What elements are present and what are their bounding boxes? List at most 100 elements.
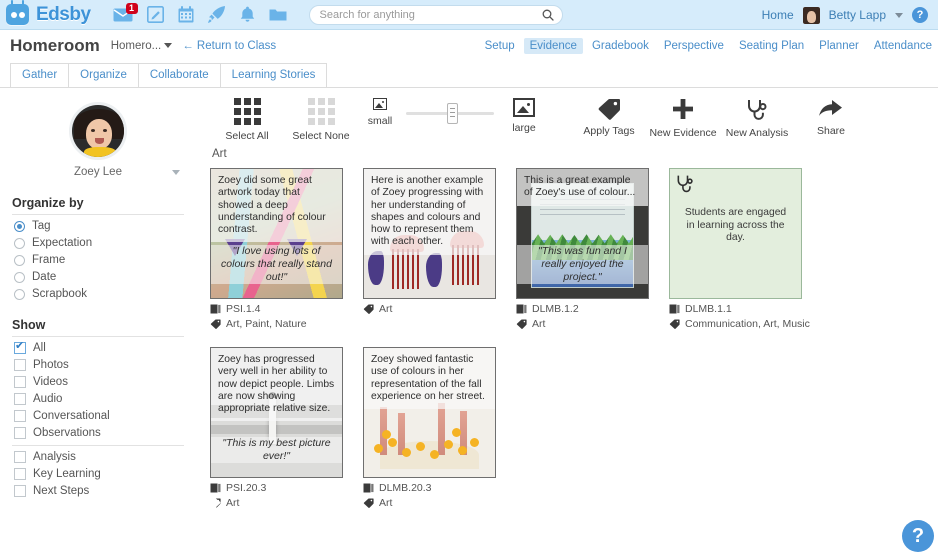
- section-seating-plan[interactable]: Seating Plan: [733, 38, 810, 54]
- user-avatar[interactable]: [802, 6, 820, 24]
- evidence-card[interactable]: Here is another example of Zoey progress…: [363, 168, 508, 333]
- show-option-audio[interactable]: Audio: [14, 393, 184, 405]
- section-planner[interactable]: Planner: [813, 38, 865, 54]
- search-input[interactable]: [317, 7, 542, 22]
- checkbox-icon[interactable]: [14, 376, 26, 388]
- tab-organize[interactable]: Organize: [68, 63, 139, 87]
- organize-option-frame[interactable]: Frame: [14, 254, 184, 266]
- section-gradebook[interactable]: Gradebook: [586, 38, 655, 54]
- analysis-note-card[interactable]: Students are engaged in learning across …: [669, 168, 802, 299]
- book-icon: [669, 304, 680, 314]
- tab-gather[interactable]: Gather: [10, 63, 70, 87]
- tags-row[interactable]: Art: [363, 497, 508, 510]
- new-evidence-button[interactable]: New Evidence: [646, 98, 720, 139]
- checkbox-icon[interactable]: [14, 359, 26, 371]
- thumbnail-size-slider[interactable]: [406, 98, 494, 128]
- radio-icon[interactable]: [14, 237, 25, 249]
- show-option-analysis[interactable]: Analysis: [14, 451, 184, 463]
- user-menu-link[interactable]: Betty Lapp: [829, 8, 886, 22]
- class-dropdown[interactable]: Homero...: [111, 40, 173, 52]
- home-link[interactable]: Home: [762, 8, 794, 22]
- radio-icon[interactable]: [14, 220, 25, 232]
- radio-icon[interactable]: [14, 271, 25, 283]
- tags-row[interactable]: Art: [210, 497, 355, 510]
- folder-icon[interactable]: [269, 8, 287, 22]
- checkbox-icon[interactable]: [14, 393, 26, 405]
- checkbox-icon[interactable]: [14, 340, 26, 354]
- slider-track[interactable]: [406, 102, 494, 124]
- show-option-observations[interactable]: Observations: [14, 427, 184, 439]
- tags-row[interactable]: Communication, Art, Music: [669, 318, 814, 331]
- size-small-button[interactable]: small: [358, 98, 402, 127]
- mail-icon[interactable]: 1: [113, 2, 138, 22]
- section-evidence[interactable]: Evidence: [523, 38, 583, 54]
- expectation-row[interactable]: PSI.20.3: [210, 482, 355, 495]
- evidence-thumbnail[interactable]: Here is another example of Zoey progress…: [363, 168, 496, 299]
- share-button[interactable]: Share: [794, 98, 868, 137]
- expectation-row[interactable]: DLMB.1.1: [669, 303, 814, 316]
- organize-option-date[interactable]: Date: [14, 271, 184, 283]
- student-name: Zoey Lee: [74, 166, 122, 178]
- calendar-icon[interactable]: [178, 6, 194, 23]
- evidence-card[interactable]: Students are engaged in learning across …: [669, 168, 814, 333]
- radio-icon[interactable]: [14, 288, 25, 300]
- student-name-row[interactable]: Zoey Lee: [12, 166, 184, 178]
- chevron-down-icon[interactable]: [895, 12, 903, 18]
- organize-option-scrapbook[interactable]: Scrapbook: [14, 288, 184, 300]
- help-fab-button[interactable]: ?: [902, 520, 934, 552]
- tags-row[interactable]: Art, Paint, Nature: [210, 318, 355, 331]
- organize-option-expectation[interactable]: Expectation: [14, 237, 184, 249]
- expectation-row[interactable]: PSI.1.4: [210, 303, 355, 316]
- section-perspective[interactable]: Perspective: [658, 38, 730, 54]
- checkbox-icon[interactable]: [14, 451, 26, 463]
- select-all-button[interactable]: Select All: [210, 98, 284, 142]
- apply-tags-button[interactable]: Apply Tags: [572, 98, 646, 137]
- checkbox-icon[interactable]: [14, 427, 26, 439]
- show-option-key-learning[interactable]: Key Learning: [14, 468, 184, 480]
- edsby-logo[interactable]: Edsby: [6, 0, 91, 26]
- evidence-card[interactable]: Zoey has progressed very well in her abi…: [210, 347, 355, 512]
- compose-icon[interactable]: [146, 6, 164, 23]
- evidence-thumbnail[interactable]: Zoey has progressed very well in her abi…: [210, 347, 343, 478]
- chevron-down-icon[interactable]: [172, 169, 180, 175]
- radio-icon[interactable]: [14, 254, 25, 266]
- expectation-row[interactable]: DLMB.20.3: [363, 482, 508, 495]
- section-attendance[interactable]: Attendance: [868, 38, 938, 54]
- checkbox-icon[interactable]: [14, 468, 26, 480]
- evidence-thumbnail[interactable]: Zoey did some great artwork today that s…: [210, 168, 343, 299]
- select-none-button[interactable]: Select None: [284, 98, 358, 142]
- evidence-card[interactable]: Zoey showed fantastic use of colours in …: [363, 347, 508, 512]
- show-option-videos[interactable]: Videos: [14, 376, 184, 388]
- tab-collaborate[interactable]: Collaborate: [137, 63, 221, 87]
- show-option-conversational[interactable]: Conversational: [14, 410, 184, 422]
- slider-handle[interactable]: [447, 102, 458, 124]
- edsby-robot-icon: [6, 0, 29, 25]
- evidence-card[interactable]: This is a great example of Zoey's use of…: [516, 168, 661, 333]
- help-icon[interactable]: ?: [912, 7, 928, 23]
- card-metadata: DLMB.20.3 Art: [363, 482, 508, 510]
- checkbox-icon[interactable]: [14, 485, 26, 497]
- evidence-thumbnail[interactable]: This is a great example of Zoey's use of…: [516, 168, 649, 299]
- return-to-class-link[interactable]: ← Return to Class: [182, 40, 276, 52]
- tags-row[interactable]: Art: [516, 318, 661, 331]
- show-option-all[interactable]: All: [14, 340, 184, 354]
- search-box[interactable]: [308, 4, 563, 25]
- checkbox-icon[interactable]: [14, 410, 26, 422]
- bell-icon[interactable]: [240, 6, 255, 23]
- page-header: Homeroom Homero... ← Return to Class Set…: [0, 30, 938, 61]
- book-icon: [516, 304, 527, 314]
- show-option-next-steps[interactable]: Next Steps: [14, 485, 184, 497]
- evidence-thumbnail[interactable]: Zoey showed fantastic use of colours in …: [363, 347, 496, 478]
- size-large-button[interactable]: large: [494, 98, 554, 134]
- student-avatar[interactable]: [69, 102, 127, 160]
- expectation-row[interactable]: DLMB.1.2: [516, 303, 661, 316]
- new-analysis-button[interactable]: New Analysis: [720, 98, 794, 139]
- group-label: Art: [212, 148, 227, 160]
- tags-row[interactable]: Art: [363, 303, 508, 316]
- tab-learning-stories[interactable]: Learning Stories: [219, 63, 328, 87]
- organize-option-tag[interactable]: Tag: [14, 220, 184, 232]
- show-option-photos[interactable]: Photos: [14, 359, 184, 371]
- section-setup[interactable]: Setup: [479, 38, 521, 54]
- rocket-icon[interactable]: [207, 6, 226, 23]
- evidence-card[interactable]: Zoey did some great artwork today that s…: [210, 168, 355, 333]
